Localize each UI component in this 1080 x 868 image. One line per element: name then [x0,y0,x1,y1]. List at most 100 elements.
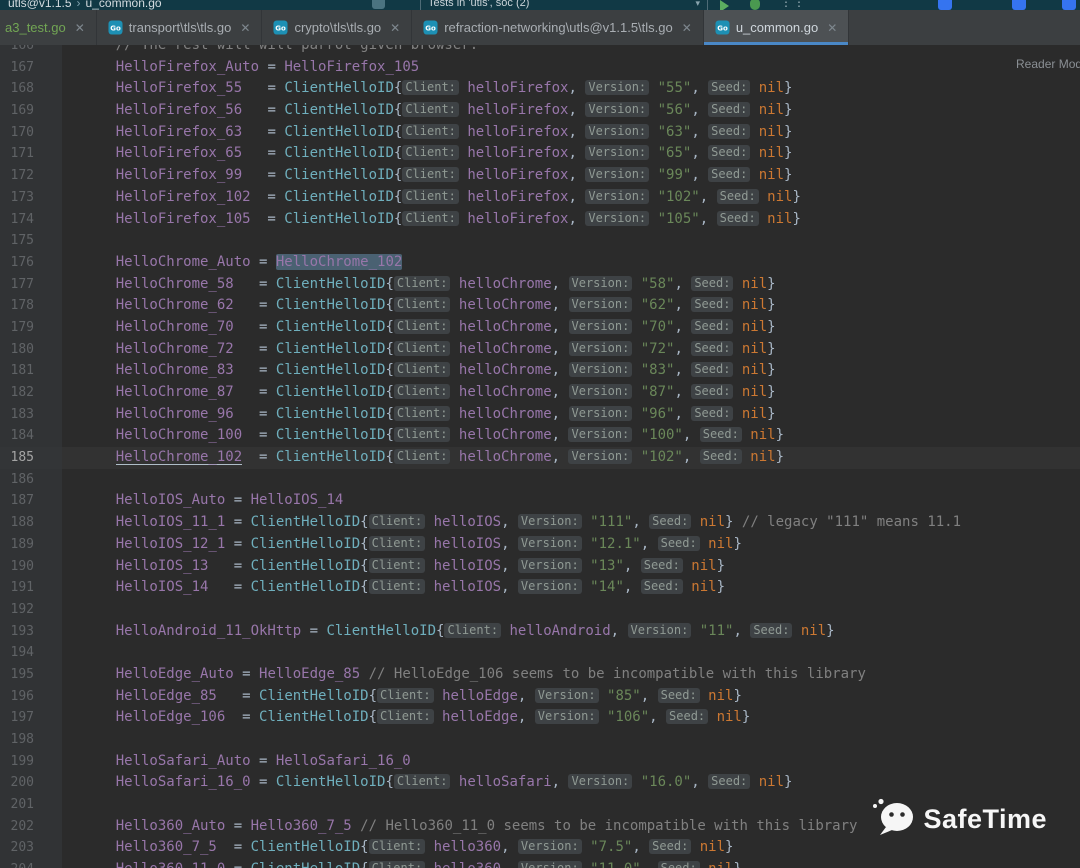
code-line-200[interactable]: 200 HelloSafari_16_0 = ClientHelloID{Cli… [0,772,1080,794]
breadcrumb[interactable]: utls@v1.1.5›u_common.go [8,0,162,10]
code-line-190[interactable]: 190 HelloIOS_13 = ClientHelloID{Client: … [0,556,1080,578]
line-number[interactable]: 178 [0,295,62,317]
line-number[interactable]: 185 [0,447,62,469]
line-number[interactable]: 187 [0,490,62,512]
vcs-update-icon[interactable] [372,0,385,9]
tab-close-icon[interactable]: ✕ [390,21,400,35]
code-line-191[interactable]: 191 HelloIOS_14 = ClientHelloID{Client: … [0,577,1080,599]
code-line-182[interactable]: 182 HelloChrome_87 = ClientHelloID{Clien… [0,382,1080,404]
code-line-180[interactable]: 180 HelloChrome_72 = ClientHelloID{Clien… [0,339,1080,361]
reader-mode-hint[interactable]: Reader Mode [1016,57,1080,71]
line-number[interactable]: 192 [0,599,62,621]
code-line-197[interactable]: 197 HelloEdge_106 = ClientHelloID{Client… [0,707,1080,729]
notifications-icon[interactable] [938,0,952,10]
line-number[interactable]: 193 [0,621,62,643]
line-number[interactable]: 180 [0,339,62,361]
line-number[interactable]: 191 [0,577,62,599]
code-line-181[interactable]: 181 HelloChrome_83 = ClientHelloID{Clien… [0,360,1080,382]
tab-a3-test-go[interactable]: a3_test.go✕ [0,10,97,45]
settings-icon[interactable] [1012,0,1026,10]
code-line-175[interactable]: 175 [0,230,1080,252]
code-line-174[interactable]: 174 HelloFirefox_105 = ClientHelloID{Cli… [0,209,1080,231]
code-line-194[interactable]: 194 [0,642,1080,664]
tab-transport-tls-tls-go[interactable]: Gotransport\tls\tls.go✕ [97,10,263,45]
tab-u-common-go[interactable]: Gou_common.go✕ [704,10,849,45]
code-editor[interactable]: 166 // The rest will will parrot given b… [0,45,1080,868]
line-number[interactable]: 190 [0,556,62,578]
code-line-198[interactable]: 198 [0,729,1080,751]
code-line-185[interactable]: 185 HelloChrome_102 = ClientHelloID{Clie… [0,447,1080,469]
line-number[interactable]: 183 [0,404,62,426]
code-line-196[interactable]: 196 HelloEdge_85 = ClientHelloID{Client:… [0,686,1080,708]
line-number[interactable]: 176 [0,252,62,274]
line-number[interactable]: 188 [0,512,62,534]
code-line-176[interactable]: 176 HelloChrome_Auto = HelloChrome_102 [0,252,1080,274]
code-line-167[interactable]: 167 HelloFirefox_Auto = HelloFirefox_105 [0,57,1080,79]
code-line-192[interactable]: 192 [0,599,1080,621]
code-line-169[interactable]: 169 HelloFirefox_56 = ClientHelloID{Clie… [0,100,1080,122]
breadcrumb-file[interactable]: u_common.go [86,0,162,10]
line-number[interactable]: 186 [0,469,62,491]
line-number[interactable]: 184 [0,425,62,447]
code-line-178[interactable]: 178 HelloChrome_62 = ClientHelloID{Clien… [0,295,1080,317]
line-number[interactable]: 168 [0,78,62,100]
line-number[interactable]: 170 [0,122,62,144]
code-line-168[interactable]: 168 HelloFirefox_55 = ClientHelloID{Clie… [0,78,1080,100]
line-number[interactable]: 195 [0,664,62,686]
line-number[interactable]: 173 [0,187,62,209]
tab-close-icon[interactable]: ✕ [240,21,250,35]
tab-close-icon[interactable]: ✕ [827,21,837,35]
line-number[interactable]: 174 [0,209,62,231]
code-line-204[interactable]: 204 Hello360_11_0 = ClientHelloID{Client… [0,859,1080,868]
line-number[interactable]: 196 [0,686,62,708]
code-line-189[interactable]: 189 HelloIOS_12_1 = ClientHelloID{Client… [0,534,1080,556]
line-number[interactable]: 179 [0,317,62,339]
line-number[interactable]: 171 [0,143,62,165]
more-actions-icon[interactable]: ⋮⋮ [780,0,806,9]
code-line-195[interactable]: 195 HelloEdge_Auto = HelloEdge_85 // Hel… [0,664,1080,686]
line-number[interactable]: 166 [0,45,62,57]
code-line-171[interactable]: 171 HelloFirefox_65 = ClientHelloID{Clie… [0,143,1080,165]
run-icon[interactable] [720,0,729,10]
line-number[interactable]: 200 [0,772,62,794]
line-number[interactable]: 172 [0,165,62,187]
line-number[interactable]: 204 [0,859,62,868]
profile-icon[interactable] [1062,0,1076,10]
line-number[interactable]: 197 [0,707,62,729]
line-number[interactable]: 194 [0,642,62,664]
breadcrumb-module[interactable]: utls@v1.1.5 [8,0,72,10]
line-number[interactable]: 167 [0,57,62,79]
line-number[interactable]: 182 [0,382,62,404]
code-line-188[interactable]: 188 HelloIOS_11_1 = ClientHelloID{Client… [0,512,1080,534]
tab-close-icon[interactable]: ✕ [75,21,85,35]
line-number[interactable]: 201 [0,794,62,816]
line-number[interactable]: 175 [0,230,62,252]
code-line-179[interactable]: 179 HelloChrome_70 = ClientHelloID{Clien… [0,317,1080,339]
code-area[interactable]: 166 // The rest will will parrot given b… [0,45,1080,868]
line-number[interactable]: 169 [0,100,62,122]
code-line-177[interactable]: 177 HelloChrome_58 = ClientHelloID{Clien… [0,274,1080,296]
line-number[interactable]: 203 [0,837,62,859]
line-number[interactable]: 189 [0,534,62,556]
code-line-183[interactable]: 183 HelloChrome_96 = ClientHelloID{Clien… [0,404,1080,426]
code-line-170[interactable]: 170 HelloFirefox_63 = ClientHelloID{Clie… [0,122,1080,144]
code-line-184[interactable]: 184 HelloChrome_100 = ClientHelloID{Clie… [0,425,1080,447]
debug-icon[interactable] [750,0,760,10]
code-line-172[interactable]: 172 HelloFirefox_99 = ClientHelloID{Clie… [0,165,1080,187]
code-line-193[interactable]: 193 HelloAndroid_11_OkHttp = ClientHello… [0,621,1080,643]
line-number[interactable]: 198 [0,729,62,751]
code-line-173[interactable]: 173 HelloFirefox_102 = ClientHelloID{Cli… [0,187,1080,209]
run-config-select[interactable]: ▾ Tests in 'utls', soc (2) [420,0,708,10]
code-line-199[interactable]: 199 HelloSafari_Auto = HelloSafari_16_0 [0,751,1080,773]
code-line-187[interactable]: 187 HelloIOS_Auto = HelloIOS_14 [0,490,1080,512]
line-number[interactable]: 181 [0,360,62,382]
code-line-166[interactable]: 166 // The rest will will parrot given b… [0,45,1080,57]
line-number[interactable]: 199 [0,751,62,773]
tab-close-icon[interactable]: ✕ [682,21,692,35]
line-number[interactable]: 202 [0,816,62,838]
tab-refraction-networking-utls-v1-1-5-tls-go[interactable]: Gorefraction-networking\utls@v1.1.5\tls.… [412,10,704,45]
code-line-186[interactable]: 186 [0,469,1080,491]
code-line-text: HelloSafari_Auto = HelloSafari_16_0 [62,751,1080,773]
tab-crypto-tls-tls-go[interactable]: Gocrypto\tls\tls.go✕ [262,10,412,45]
line-number[interactable]: 177 [0,274,62,296]
